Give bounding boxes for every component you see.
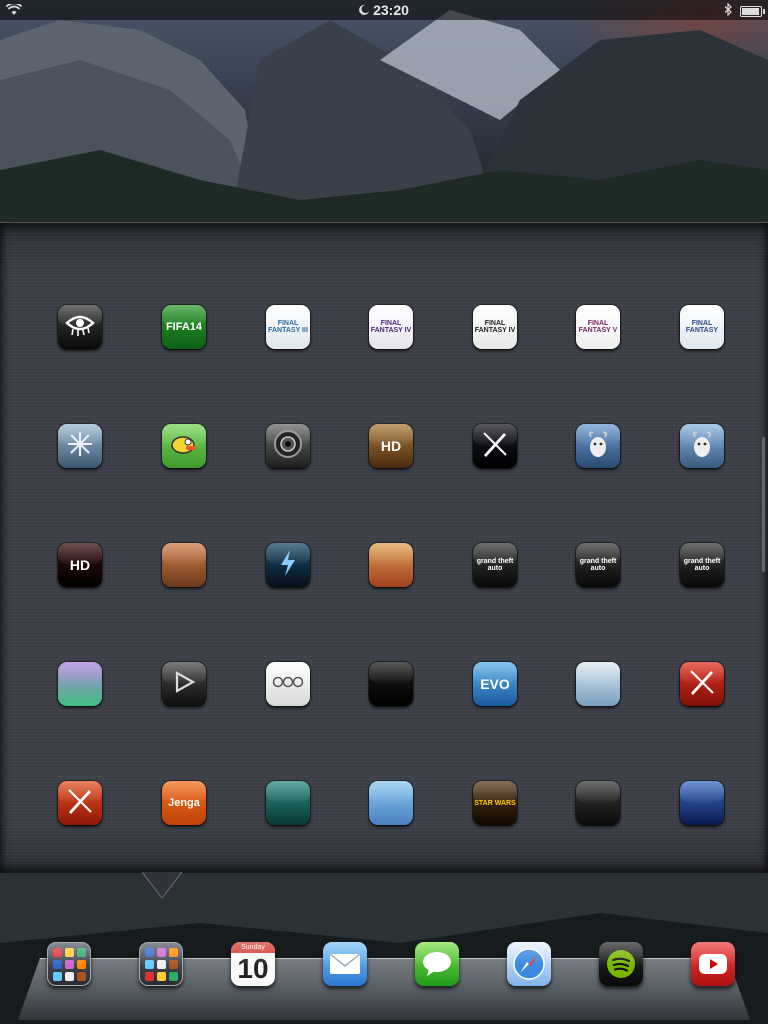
bird-icon — [169, 432, 199, 460]
app-infinity-blade-ii-icon[interactable] — [58, 781, 102, 825]
app-gta-san-andreas-icon[interactable]: grand theft auto — [576, 543, 620, 587]
app-goat-simulator-icon[interactable] — [576, 424, 620, 468]
app-final-fantasy-iii-icon[interactable]: FINAL FANTASY III — [266, 305, 310, 349]
ooo-icon — [272, 675, 304, 693]
app-final-fantasy-iv-icon[interactable]: FINAL FANTASY IV — [369, 305, 413, 349]
battery-icon — [740, 5, 765, 17]
app-label: HD — [380, 438, 402, 454]
dock-mail-icon[interactable] — [323, 942, 367, 986]
app-fruit-ninja-hd-icon[interactable]: HD — [369, 424, 413, 468]
dock-folder-1-icon[interactable] — [47, 942, 91, 986]
status-right — [724, 2, 765, 19]
app-flappy-bird-icon[interactable] — [162, 424, 206, 468]
dock-calendar-icon[interactable]: Sunday 10 — [231, 942, 275, 986]
app-final-fantasy-v-icon[interactable]: FINAL FANTASY V — [576, 305, 620, 349]
app-lost-winds-icon[interactable] — [266, 781, 310, 825]
app-star-wars-icon[interactable]: STAR WARS — [473, 781, 517, 825]
folder-notch — [142, 872, 182, 898]
app-label: FIFA14 — [165, 320, 203, 333]
app-label: grand theft auto — [683, 558, 721, 572]
dock-spotify-icon[interactable] — [599, 942, 643, 986]
app-galaxy-on-fire-hd-icon[interactable]: HD — [58, 543, 102, 587]
app-frost-rune-icon[interactable] — [58, 424, 102, 468]
lens-icon — [272, 428, 304, 464]
blade-icon — [65, 786, 95, 820]
dock-folder-2-icon[interactable] — [139, 942, 183, 986]
play-icon — [171, 669, 197, 699]
app-lego-batman-icon[interactable] — [680, 781, 724, 825]
app-jenga-icon[interactable]: Jenga — [162, 781, 206, 825]
app-label: FINAL FANTASY V — [578, 320, 618, 334]
clock-label: 23:20 — [373, 2, 409, 18]
dock-messages-icon[interactable] — [415, 942, 459, 986]
blade-icon — [687, 667, 717, 701]
wallpaper — [0, 0, 768, 222]
app-label: FINAL FANTASY — [685, 320, 719, 334]
app-label: EVO — [480, 676, 510, 692]
app-label: grand theft auto — [579, 558, 617, 572]
moon-icon — [359, 2, 370, 18]
app-label: HD — [69, 557, 91, 573]
goat-icon — [687, 429, 717, 463]
app-label: FINAL FANTASY IV — [370, 320, 412, 334]
bolt-icon — [276, 548, 300, 582]
scroll-indicator[interactable] — [762, 437, 765, 572]
app-block-game-icon[interactable] — [58, 662, 102, 706]
blade-icon — [480, 429, 510, 463]
app-goat-simulator-goatz-icon[interactable] — [680, 424, 724, 468]
app-label: grand theft auto — [476, 558, 514, 572]
app-fifa-14-icon[interactable]: FIFA14 — [162, 305, 206, 349]
app-infinity-blade-icon[interactable] — [680, 662, 724, 706]
status-bar: 23:20 — [0, 0, 768, 20]
app-label: STAR WARS — [474, 799, 516, 807]
app-hungry-shark-evo-icon[interactable]: EVO — [473, 662, 517, 706]
app-label: FINAL FANTASY III — [268, 320, 308, 334]
app-final-fantasy-dimensions-icon[interactable]: FINAL FANTASY — [680, 305, 724, 349]
app-cupcake-game-icon[interactable] — [369, 781, 413, 825]
app-label: Jenga — [168, 796, 200, 809]
app-gta-vice-city-icon[interactable]: grand theft auto — [680, 543, 724, 587]
calendar-date: 10 — [237, 953, 269, 984]
app-harn-icon[interactable] — [369, 662, 413, 706]
app-final-fantasy-iv-after-years-icon[interactable]: FINAL FANTASY IV — [473, 305, 517, 349]
dock-safari-icon[interactable] — [507, 942, 551, 986]
calendar-day: Sunday — [231, 942, 275, 953]
app-ooo-icon[interactable] — [266, 662, 310, 706]
wifi-icon — [5, 2, 23, 19]
app-gta-iii-icon[interactable]: grand theft auto — [473, 543, 517, 587]
app-eyes-icon[interactable] — [58, 305, 102, 349]
app-infuse-icon[interactable] — [162, 662, 206, 706]
app-warrior-game-icon[interactable] — [162, 543, 206, 587]
app-hero-blade-icon[interactable] — [473, 424, 517, 468]
app-street-fighter-icon[interactable] — [369, 543, 413, 587]
status-time: 23:20 — [359, 2, 409, 18]
app-label: FINAL FANTASY IV — [474, 320, 516, 334]
dock-youtube-icon[interactable] — [691, 942, 735, 986]
app-the-room-icon[interactable] — [266, 424, 310, 468]
bluetooth-icon — [724, 2, 732, 19]
snow-icon — [65, 429, 95, 463]
app-limbo-icon[interactable] — [576, 781, 620, 825]
goat-icon — [583, 429, 613, 463]
app-jetpack-game-icon[interactable] — [576, 662, 620, 706]
app-storm-game-icon[interactable] — [266, 543, 310, 587]
eye-icon — [65, 313, 95, 341]
